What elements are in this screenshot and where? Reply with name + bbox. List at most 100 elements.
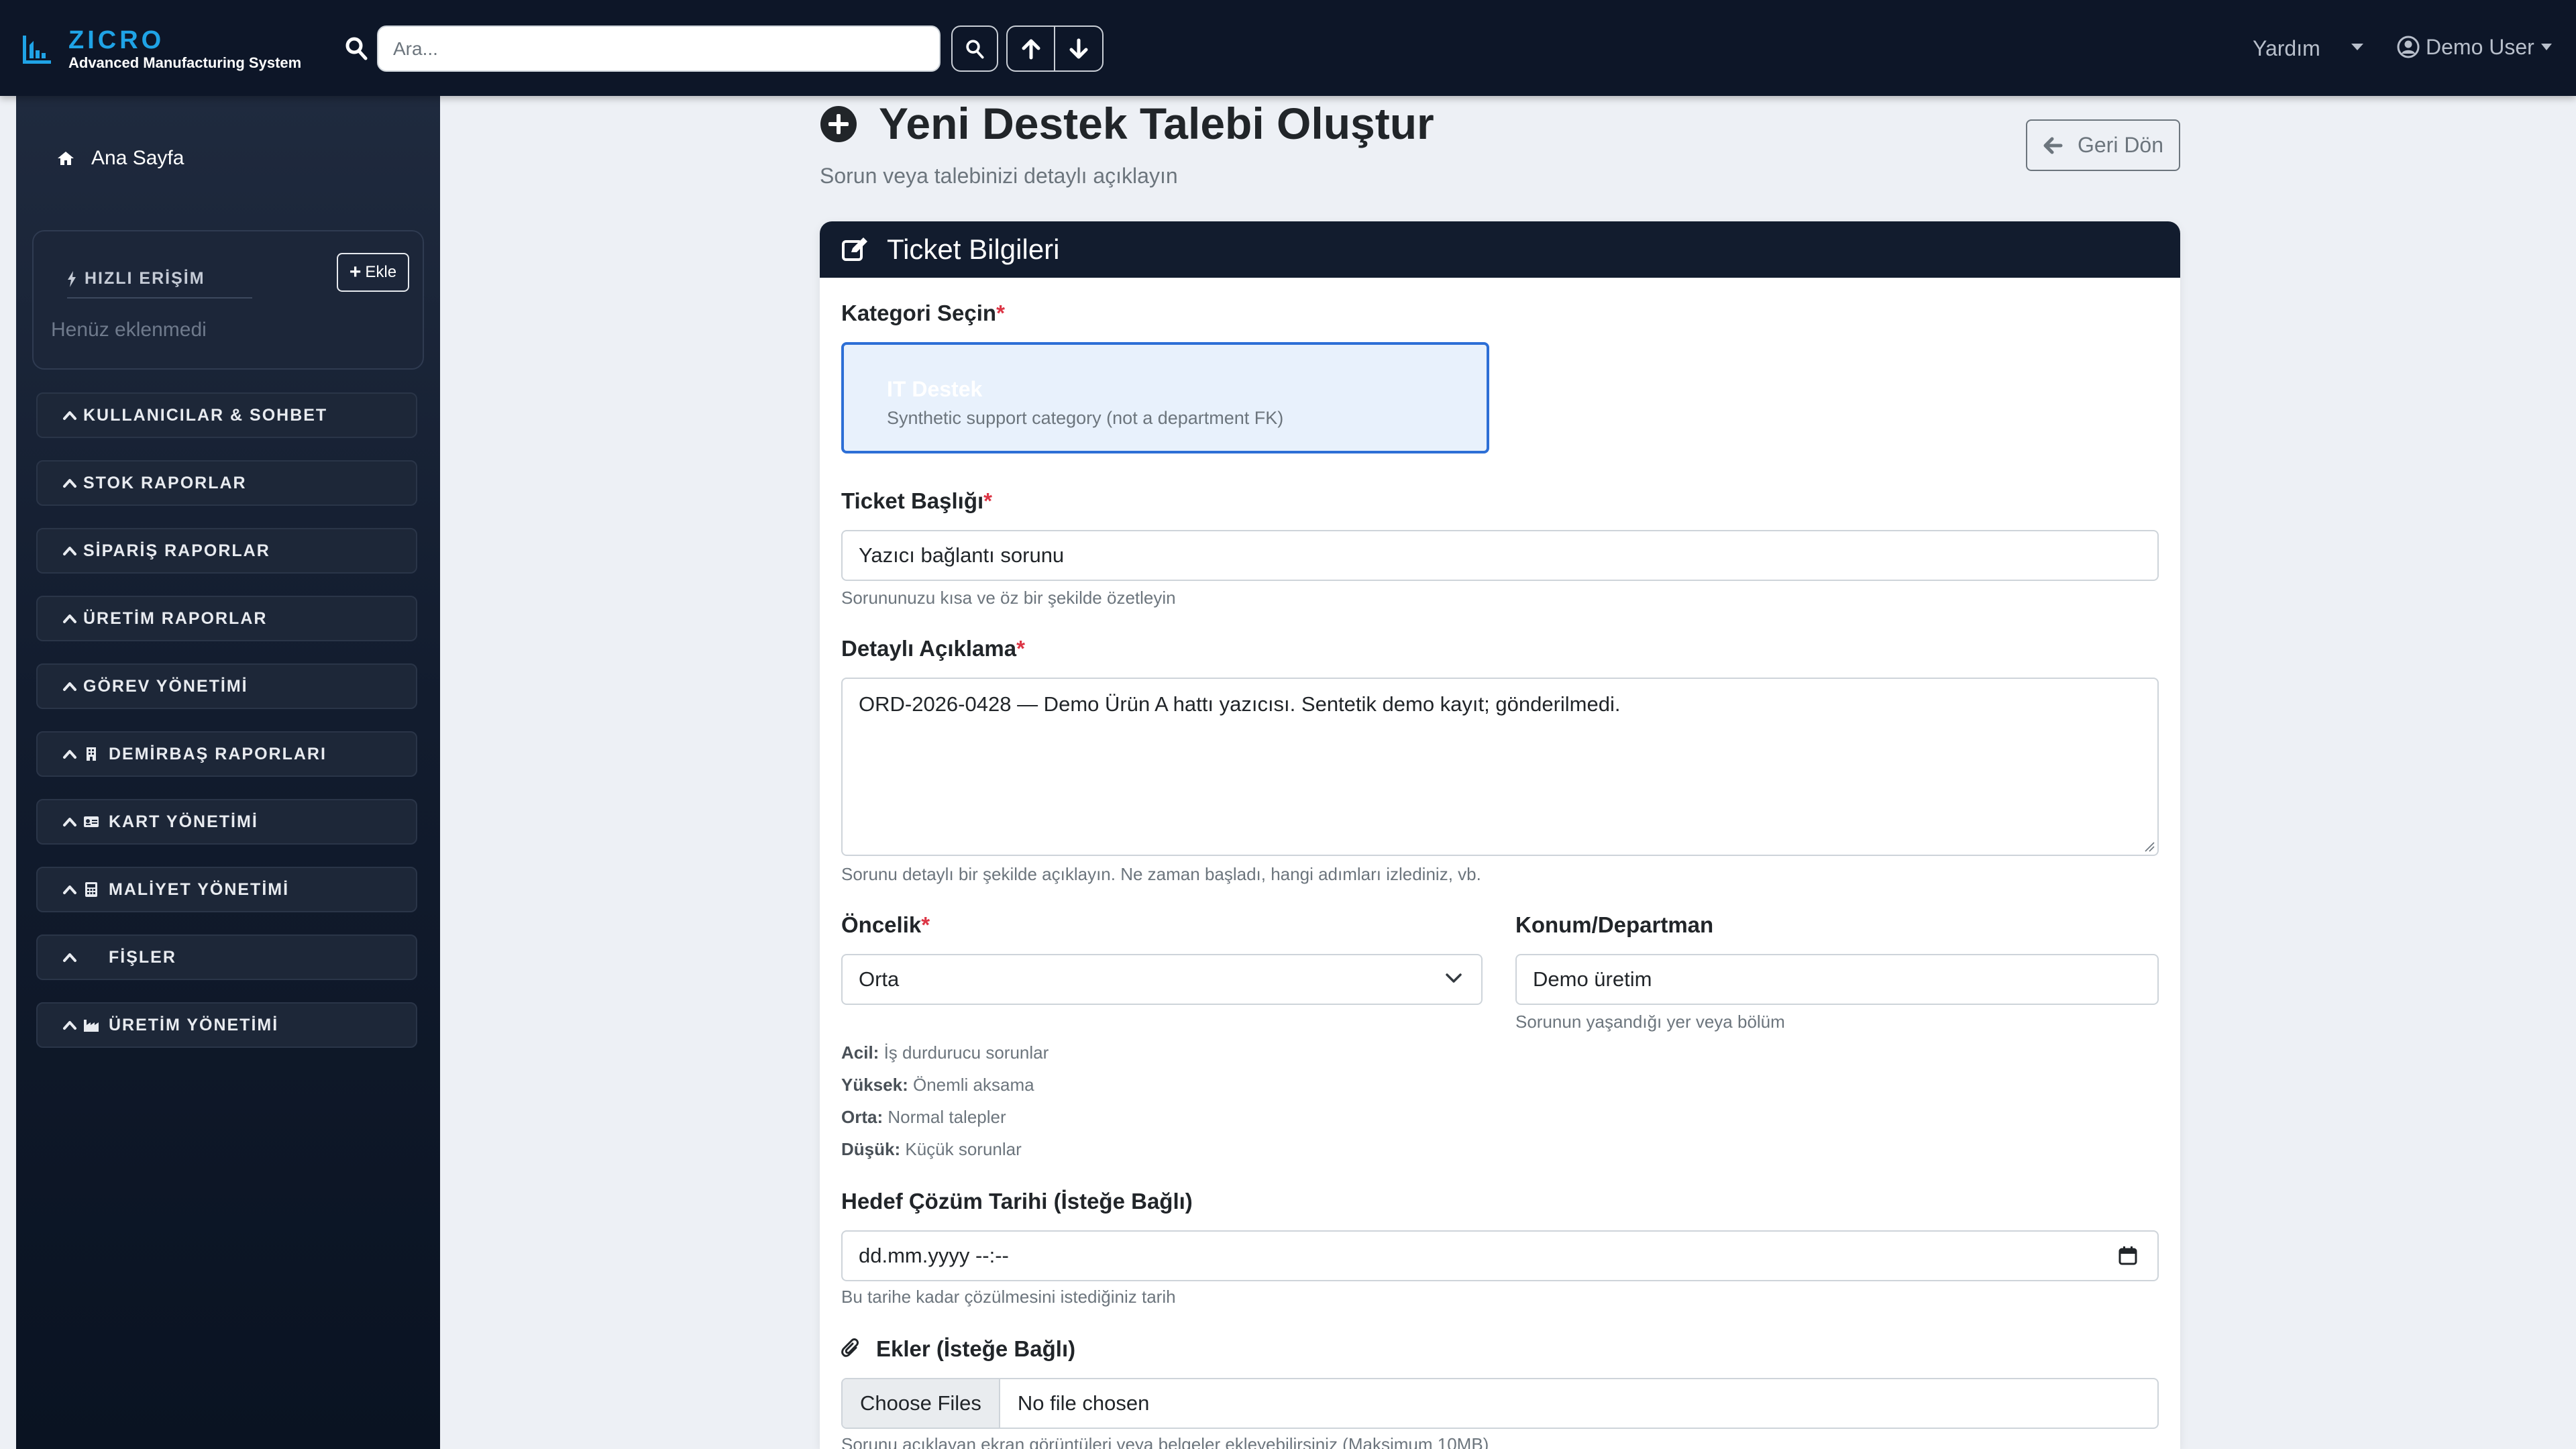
next-result-button[interactable] bbox=[1054, 25, 1104, 72]
arrow-left-icon bbox=[2043, 137, 2063, 154]
quick-access-panel: HIZLI ERİŞİM + Ekle Henüz eklenmedi bbox=[32, 230, 424, 370]
file-status: No file chosen bbox=[1017, 1391, 1150, 1415]
attachments-help: Sorunu açıklayan ekran görüntüleri veya … bbox=[841, 1434, 1489, 1449]
search-icon bbox=[966, 39, 984, 58]
sidebar-section-toggle[interactable]: ÜRETİM YÖNETİMİ bbox=[36, 1002, 417, 1048]
description-help: Sorunu detaylı bir şekilde açıklayın. Ne… bbox=[841, 864, 1481, 884]
chevron-up-icon bbox=[63, 547, 76, 555]
ticket-form-card: Ticket Bilgileri Kategori Seçin* IT Dest… bbox=[820, 221, 2180, 1449]
description-textarea[interactable]: ORD-2026-0428 — Demo Ürün A hattı yazıcı… bbox=[841, 678, 2159, 856]
sidebar: Ana Sayfa HIZLI ERİŞİM + Ekle Henüz ekle… bbox=[16, 96, 440, 1449]
target-date-input[interactable]: dd.mm.yyyy --:-- bbox=[841, 1230, 2159, 1281]
ticket-title-help: Sorununuzu kısa ve öz bir şekilde özetle… bbox=[841, 588, 1176, 608]
arrow-down-icon bbox=[1069, 38, 1088, 58]
resize-grip-icon[interactable] bbox=[2144, 841, 2155, 852]
target-date-help: Bu tarihe kadar çözülmesini istediğiniz … bbox=[841, 1287, 1176, 1307]
location-label: Konum/Departman bbox=[1515, 912, 1714, 937]
search-input[interactable] bbox=[377, 25, 941, 72]
priority-label: Öncelik* bbox=[841, 912, 930, 937]
sidebar-section-toggle[interactable]: KULLANICILAR & SOHBET bbox=[36, 392, 417, 438]
sidebar-section-label: MALİYET YÖNETİMİ bbox=[109, 879, 290, 899]
sidebar-section-toggle[interactable]: FİŞLER bbox=[36, 934, 417, 980]
quick-access-title: HIZLI ERİŞİM bbox=[67, 269, 205, 288]
brand-name: ZICRO bbox=[68, 26, 165, 54]
quick-access-add-button[interactable]: + Ekle bbox=[337, 253, 409, 292]
plus-circle-icon bbox=[820, 106, 857, 142]
sidebar-section-label: STOK RAPORLAR bbox=[83, 473, 247, 492]
divider bbox=[67, 297, 252, 299]
plus-icon: + bbox=[349, 261, 362, 283]
sidebar-item-home[interactable]: Ana Sayfa bbox=[56, 147, 184, 170]
chevron-up-icon bbox=[63, 818, 76, 826]
priority-select[interactable]: Orta bbox=[841, 954, 1483, 1005]
sidebar-section-label: FİŞLER bbox=[109, 947, 176, 967]
priority-legend-item: Düşük: Küçük sorunlar bbox=[841, 1139, 1022, 1160]
user-name: Demo User bbox=[2426, 35, 2534, 59]
target-date-label: Hedef Çözüm Tarihi (İsteğe Bağlı) bbox=[841, 1189, 1193, 1214]
paperclip-icon bbox=[841, 1338, 859, 1357]
calculator-icon bbox=[83, 881, 99, 898]
category-option-selected[interactable]: IT Destek Synthetic support category (no… bbox=[841, 342, 1489, 453]
receipt-icon bbox=[83, 949, 99, 965]
chevron-up-icon bbox=[63, 682, 76, 691]
priority-legend-text: İş durdurucu sorunlar bbox=[883, 1042, 1049, 1063]
sidebar-section-toggle[interactable]: ÜRETİM RAPORLAR bbox=[36, 596, 417, 641]
priority-legend-key: Yüksek: bbox=[841, 1075, 908, 1095]
chevron-up-icon bbox=[63, 750, 76, 759]
choose-files-button[interactable]: Choose Files bbox=[843, 1379, 1000, 1428]
sidebar-section-toggle[interactable]: GÖREV YÖNETİMİ bbox=[36, 663, 417, 709]
attachments-label: Ekler (İsteğe Bağlı) bbox=[841, 1336, 1075, 1362]
page-title: Yeni Destek Talebi Oluştur bbox=[879, 99, 1434, 148]
attachments-file-input[interactable]: Choose Files No file chosen bbox=[841, 1378, 2159, 1429]
sidebar-section-toggle[interactable]: DEMİRBAŞ RAPORLARI bbox=[36, 731, 417, 777]
card-title: Ticket Bilgileri bbox=[887, 233, 1060, 265]
chevron-up-icon bbox=[63, 411, 76, 420]
chevron-down-icon bbox=[1446, 973, 1462, 983]
help-dropdown-caret-icon[interactable] bbox=[2351, 44, 2363, 50]
priority-legend-key: Düşük: bbox=[841, 1139, 901, 1159]
priority-legend-key: Orta: bbox=[841, 1107, 883, 1127]
id-card-icon bbox=[83, 814, 99, 830]
chevron-up-icon bbox=[63, 614, 76, 623]
sidebar-section-label: KART YÖNETİMİ bbox=[109, 812, 258, 831]
sidebar-item-label: Ana Sayfa bbox=[91, 147, 184, 169]
building-icon bbox=[83, 746, 99, 762]
location-help: Sorunun yaşandığı yer veya bölüm bbox=[1515, 1012, 1785, 1032]
factory-chart-icon bbox=[23, 36, 51, 64]
sidebar-section-label: GÖREV YÖNETİMİ bbox=[83, 676, 248, 696]
chevron-up-icon bbox=[63, 479, 76, 488]
back-button[interactable]: Geri Dön bbox=[2026, 119, 2180, 171]
page-subtitle: Sorun veya talebinizi detaylı açıklayın bbox=[820, 164, 1178, 188]
arrow-up-icon bbox=[1022, 39, 1040, 59]
priority-legend-key: Acil: bbox=[841, 1042, 879, 1063]
previous-result-button[interactable] bbox=[1006, 25, 1055, 72]
chevron-up-icon bbox=[63, 953, 76, 962]
user-circle-icon bbox=[2397, 36, 2420, 58]
ticket-title-input[interactable]: Yazıcı bağlantı sorunu bbox=[841, 530, 2159, 581]
sidebar-section-toggle[interactable]: MALİYET YÖNETİMİ bbox=[36, 867, 417, 912]
edit-icon bbox=[842, 237, 867, 261]
card-header: Ticket Bilgileri bbox=[820, 221, 2180, 278]
description-label: Detaylı Açıklama* bbox=[841, 636, 1025, 661]
category-label: Kategori Seçin* bbox=[841, 301, 1005, 325]
sidebar-section-label: ÜRETİM RAPORLAR bbox=[83, 608, 268, 628]
industry-icon bbox=[83, 1017, 99, 1033]
priority-legend-item: Yüksek: Önemli aksama bbox=[841, 1075, 1034, 1095]
chevron-down-icon bbox=[2540, 44, 2552, 50]
sidebar-section-label: DEMİRBAŞ RAPORLARI bbox=[109, 744, 327, 763]
sidebar-section-toggle[interactable]: SİPARİŞ RAPORLAR bbox=[36, 528, 417, 574]
sidebar-section-toggle[interactable]: KART YÖNETİMİ bbox=[36, 799, 417, 845]
sidebar-section-toggle[interactable]: STOK RAPORLAR bbox=[36, 460, 417, 506]
location-input[interactable]: Demo üretim bbox=[1515, 954, 2159, 1005]
search-button[interactable] bbox=[951, 25, 998, 72]
user-menu[interactable]: Demo User bbox=[2396, 34, 2552, 60]
sidebar-section-label: KULLANICILAR & SOHBET bbox=[83, 405, 328, 425]
brand-logo[interactable]: ZICRO Advanced Manufacturing System bbox=[20, 24, 301, 75]
calendar-icon[interactable] bbox=[2117, 1245, 2139, 1267]
priority-legend-item: Acil: İş durdurucu sorunlar bbox=[841, 1042, 1049, 1063]
chevron-up-icon bbox=[63, 1021, 76, 1030]
category-name: IT Destek bbox=[887, 377, 983, 401]
sidebar-section-label: SİPARİŞ RAPORLAR bbox=[83, 541, 270, 560]
top-navbar: ZICRO Advanced Manufacturing System Yard… bbox=[0, 0, 2576, 96]
help-link[interactable]: Yardım bbox=[2253, 35, 2320, 62]
